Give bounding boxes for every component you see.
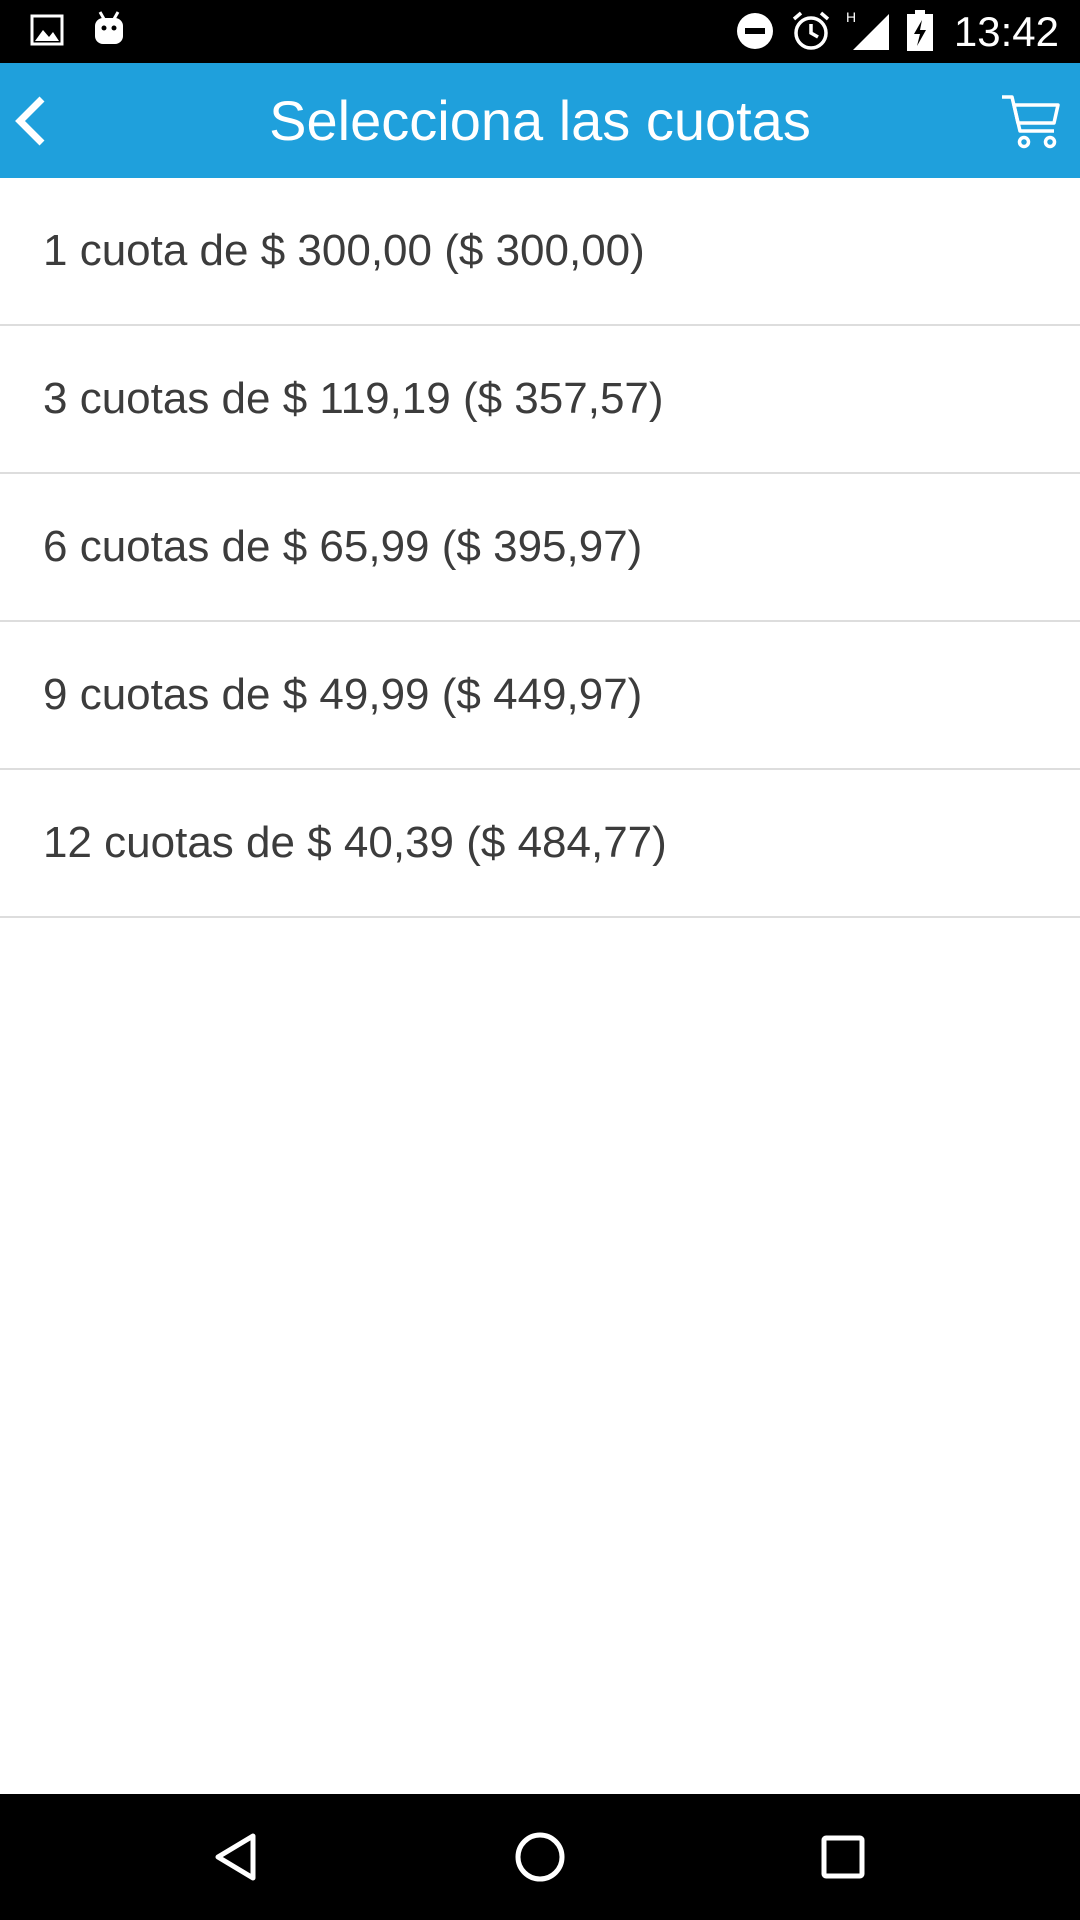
image-icon	[30, 14, 64, 51]
installment-option-6[interactable]: 6 cuotas de $ 65,99 ($ 395,97)	[0, 474, 1080, 622]
alarm-icon	[790, 10, 832, 57]
cart-icon	[1002, 95, 1060, 149]
navigation-bar	[0, 1794, 1080, 1920]
android-debug-icon	[92, 10, 126, 53]
installment-option-label: 3 cuotas de $ 119,19 ($ 357,57)	[43, 374, 664, 423]
cart-button[interactable]	[980, 63, 1080, 178]
back-triangle-icon	[215, 1833, 256, 1881]
back-button[interactable]	[0, 63, 70, 178]
installments-list: 1 cuota de $ 300,00 ($ 300,00) 3 cuotas …	[0, 178, 1080, 918]
installment-option-1[interactable]: 1 cuota de $ 300,00 ($ 300,00)	[0, 178, 1080, 326]
status-bar: H 13:42	[0, 0, 1080, 63]
installment-option-3[interactable]: 3 cuotas de $ 119,19 ($ 357,57)	[0, 326, 1080, 474]
nav-home-button[interactable]	[460, 1794, 620, 1920]
recents-square-icon	[821, 1835, 865, 1879]
svg-text:H: H	[846, 9, 856, 25]
battery-charging-icon	[906, 10, 934, 57]
nav-back-button[interactable]	[156, 1794, 316, 1920]
signal-h-icon: H	[846, 8, 890, 57]
installment-option-label: 1 cuota de $ 300,00 ($ 300,00)	[43, 226, 645, 275]
installment-option-label: 6 cuotas de $ 65,99 ($ 395,97)	[43, 522, 643, 571]
installment-option-12[interactable]: 12 cuotas de $ 40,39 ($ 484,77)	[0, 770, 1080, 918]
screen: H 13:42 Selecciona las cuotas 1 cuota de…	[0, 0, 1080, 1920]
status-time: 13:42	[953, 8, 1059, 55]
installment-option-label: 12 cuotas de $ 40,39 ($ 484,77)	[43, 818, 667, 867]
chevron-left-icon	[15, 96, 45, 146]
app-bar: Selecciona las cuotas	[0, 63, 1080, 178]
installment-option-9[interactable]: 9 cuotas de $ 49,99 ($ 449,97)	[0, 622, 1080, 770]
installment-option-label: 9 cuotas de $ 49,99 ($ 449,97)	[43, 670, 643, 719]
page-title: Selecciona las cuotas	[269, 89, 811, 152]
nav-recents-button[interactable]	[763, 1794, 923, 1920]
home-circle-icon	[515, 1832, 565, 1882]
do-not-disturb-icon	[736, 12, 774, 55]
